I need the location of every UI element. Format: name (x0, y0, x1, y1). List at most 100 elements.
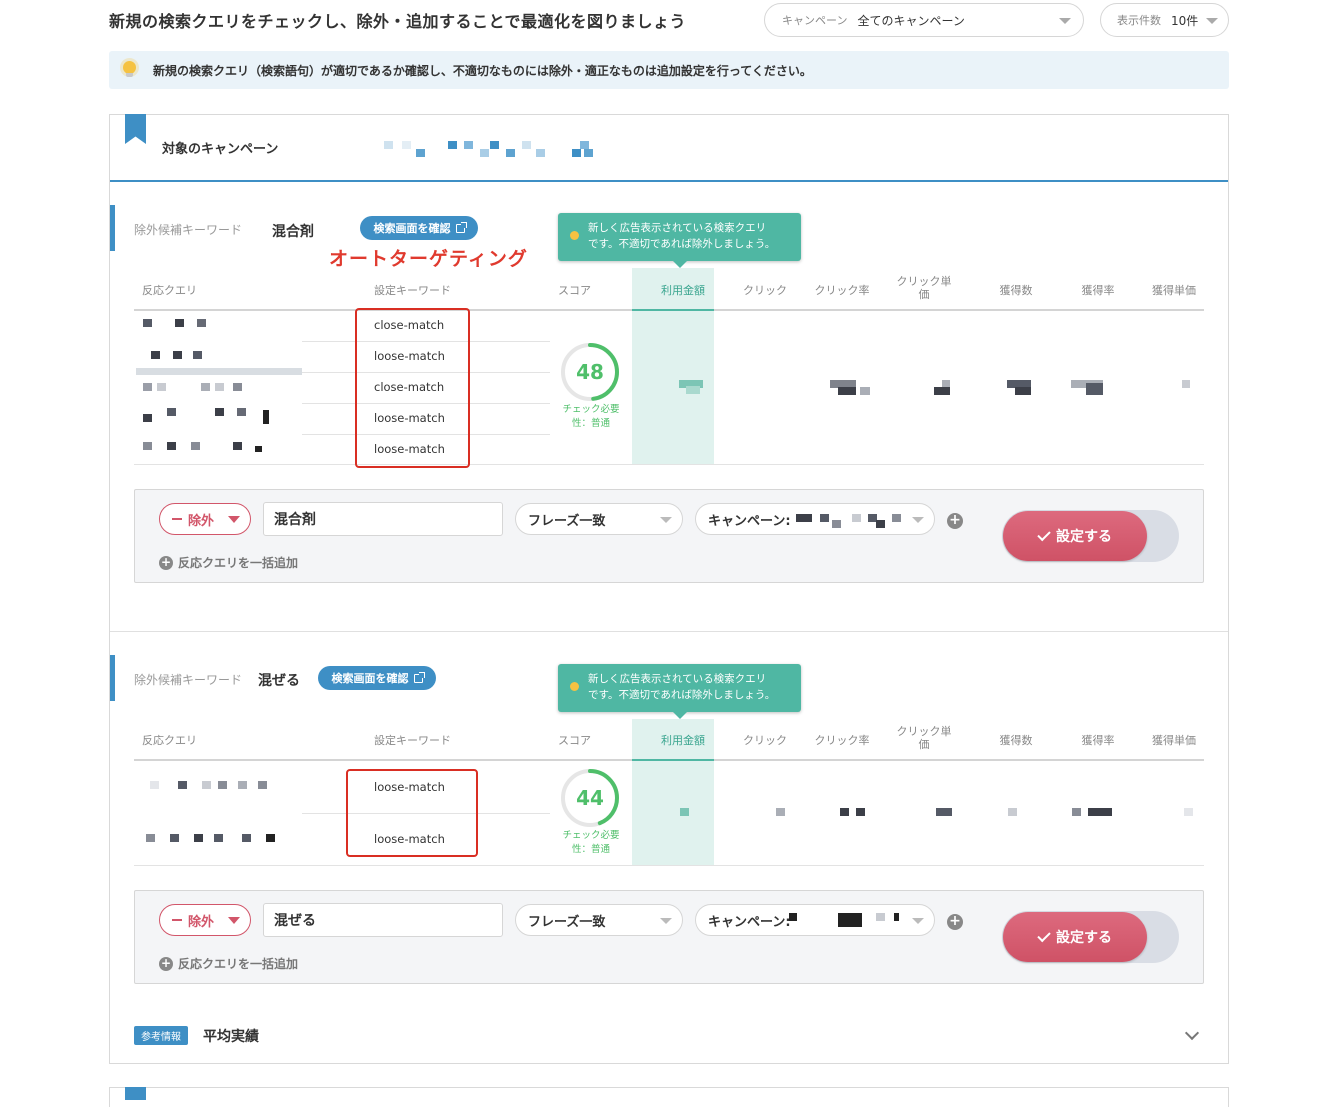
col-header-keyword: 設定キーワード (374, 734, 451, 747)
display-count-label: 表示件数 (1117, 14, 1161, 27)
exclude-toggle[interactable]: 除外 (159, 503, 251, 535)
bulk-add-label: 反応クエリを一括追加 (178, 957, 299, 971)
col-header-ctr: クリック率 (814, 284, 870, 297)
tooltip-line-1: 新しく広告表示されている検索クエリ (588, 222, 767, 234)
plus-circle-icon: + (159, 955, 173, 971)
col-header-cpa: 獲得単価 (1152, 284, 1196, 297)
col-header-query: 反応クエリ (142, 284, 197, 297)
section-accent-bar (110, 205, 115, 251)
metrics-redacted (0, 0, 1328, 816)
col-header-conversions: 獲得数 (999, 734, 1033, 747)
submit-toggle-track: 設定する (1002, 510, 1179, 562)
tooltip-line-2: です。不適切であれば除外しましょう。 (588, 238, 776, 250)
table-bottom-line (134, 865, 1204, 866)
campaign-select-value: キャンペーン: (708, 513, 791, 529)
col-header-cpc: クリック単価 (896, 275, 952, 301)
candidate-keyword: 混ぜる (258, 673, 300, 689)
check-search-screen-label: 検索画面を確認 (331, 672, 409, 685)
campaign-filter-dropdown[interactable]: キャンペーン 全てのキャンペーン (764, 3, 1084, 37)
campaign-name-redacted (384, 140, 604, 160)
match-type-highlight-box (355, 308, 470, 468)
minus-icon (172, 518, 182, 520)
new-query-tooltip: 新しく広告表示されている検索クエリ です。不適切であれば除外しましょう。 (558, 213, 801, 268)
external-link-icon (413, 671, 425, 683)
col-header-score: スコア (558, 734, 591, 747)
chevron-down-icon (660, 517, 672, 523)
lightbulb-icon (123, 61, 136, 77)
candidate-keyword: 混合剤 (272, 224, 314, 240)
match-type-select[interactable]: フレーズ一致 (515, 503, 683, 535)
chevron-down-icon (1206, 18, 1218, 24)
chevron-down-icon (912, 918, 924, 924)
match-type-select[interactable]: フレーズ一致 (515, 904, 683, 936)
score-note: チェック必要 性：普通 (556, 403, 626, 431)
col-header-spend: 利用金額 (661, 284, 705, 297)
table-bottom-line (134, 464, 1204, 465)
info-banner-text: 新規の検索クエリ（検索語句）が適切であるか確認し、不適切なものには除外・適正なも… (153, 63, 812, 78)
submit-settings-button[interactable]: 設定する (1003, 912, 1147, 962)
lightbulb-icon (570, 231, 579, 240)
match-type-select-value: フレーズ一致 (528, 914, 606, 930)
campaign-filter-value: 全てのキャンペーン (857, 13, 965, 28)
col-header-conversions: 獲得数 (999, 284, 1033, 297)
score-note-line-2: 性：普通 (571, 418, 610, 429)
query-list-redacted (143, 318, 303, 458)
submit-settings-button[interactable]: 設定する (1003, 511, 1147, 561)
score-note-line-2: 性：普通 (571, 844, 610, 855)
campaign-redacted (796, 514, 812, 522)
caret-down-icon (228, 516, 240, 523)
exclusion-candidate-label: 除外候補キーワード (134, 673, 243, 687)
bulk-add-label: 反応クエリを一括追加 (178, 556, 299, 570)
exclude-label: 除外 (188, 914, 215, 930)
campaign-filter-label: キャンペーン (782, 14, 848, 27)
plus-circle-icon: + (159, 554, 173, 570)
score-note-line-1: チェック必要 (562, 830, 620, 841)
score-value: 48 (576, 360, 604, 384)
score-value: 44 (576, 786, 604, 810)
reference-info-badge: 参考情報 (134, 1026, 188, 1045)
col-header-score: スコア (558, 284, 591, 297)
submit-label: 設定する (1056, 529, 1112, 545)
exclude-keyword-input[interactable]: 混合剤 (263, 502, 503, 536)
submit-toggle-track: 設定する (1002, 911, 1179, 963)
col-header-spend: 利用金額 (661, 734, 705, 747)
add-campaign-icon[interactable]: + (947, 914, 963, 930)
bulk-add-queries-link[interactable]: + 反応クエリを一括追加 (159, 955, 298, 972)
col-header-cpc: クリック単価 (896, 725, 952, 751)
col-header-clicks: クリック (743, 734, 787, 747)
lightbulb-icon (570, 682, 579, 691)
check-search-screen-button[interactable]: 検索画面を確認 (318, 666, 436, 690)
campaign-select-value: キャンペーン: (708, 914, 791, 930)
campaign-select[interactable]: キャンペーン: (695, 503, 935, 535)
exclude-toggle[interactable]: 除外 (159, 904, 251, 936)
check-icon (1037, 928, 1051, 942)
campaign-select[interactable]: キャンペーン: (695, 904, 935, 936)
col-header-keyword: 設定キーワード (374, 284, 451, 297)
bulk-add-queries-link[interactable]: + 反応クエリを一括追加 (159, 554, 298, 571)
auto-targeting-annotation: オートターゲティング (329, 248, 528, 270)
section-accent-bar (110, 655, 115, 701)
score-note: チェック必要 性：普通 (556, 829, 626, 857)
display-count-dropdown[interactable]: 表示件数 10件 (1100, 3, 1229, 37)
exclusion-candidate-label: 除外候補キーワード (134, 223, 243, 237)
check-search-screen-label: 検索画面を確認 (373, 222, 451, 235)
table-header-line (134, 759, 632, 761)
score-note-line-1: チェック必要 (562, 404, 620, 415)
campaign-divider (110, 180, 1228, 182)
exclude-keyword-input[interactable]: 混ぜる (263, 903, 503, 937)
query-list-redacted (144, 780, 304, 850)
check-icon (1037, 527, 1051, 541)
tooltip-line-2: です。不適切であれば除外しましょう。 (588, 689, 776, 701)
add-campaign-icon[interactable]: + (947, 513, 963, 529)
caret-down-icon (228, 917, 240, 924)
average-performance-title: 平均実績 (203, 1029, 259, 1045)
col-header-clicks: クリック (743, 284, 787, 297)
chevron-down-icon (912, 517, 924, 523)
display-count-value: 10件 (1171, 13, 1199, 28)
col-header-cvr: 獲得率 (1081, 284, 1115, 297)
next-query-card (109, 1087, 1229, 1107)
col-header-ctr: クリック率 (814, 734, 870, 747)
check-search-screen-button[interactable]: 検索画面を確認 (360, 216, 478, 240)
table-header-line (714, 309, 1204, 311)
chevron-down-icon (1059, 18, 1071, 24)
